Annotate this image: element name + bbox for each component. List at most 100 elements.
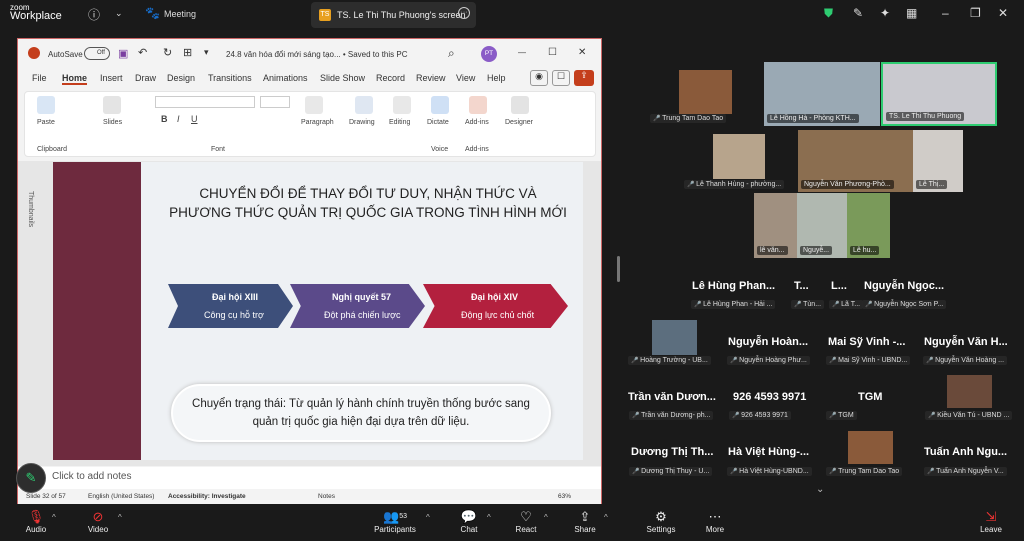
- audio-button[interactable]: 🎙 Audio: [22, 508, 50, 534]
- settings-button[interactable]: ⚙ Settings: [644, 508, 678, 534]
- video-tile[interactable]: [947, 375, 992, 408]
- video-tile[interactable]: [652, 320, 697, 355]
- present-icon[interactable]: ⊞: [183, 46, 192, 59]
- accessibility-label[interactable]: Accessibility: Investigate: [168, 493, 246, 500]
- pen-icon[interactable]: ✎: [853, 6, 863, 20]
- active-speaker-tile[interactable]: TS. Le Thi Thu Phuong: [881, 62, 997, 126]
- tab-view[interactable]: View: [456, 73, 475, 83]
- font-size-select[interactable]: [260, 96, 290, 108]
- close-icon[interactable]: ✕: [998, 6, 1008, 20]
- tab-insert[interactable]: Insert: [100, 73, 123, 83]
- paragraph-icon[interactable]: [305, 96, 323, 114]
- addins-button[interactable]: Add-ins: [465, 119, 489, 126]
- chevron-up-icon[interactable]: ^: [118, 513, 122, 522]
- video-tile[interactable]: Nguyễn Văn Phương-Phò...: [798, 130, 913, 192]
- tab-design[interactable]: Design: [167, 73, 195, 83]
- slides-button[interactable]: Slides: [103, 119, 122, 126]
- share-icon[interactable]: ⇪: [574, 70, 594, 86]
- bold-icon[interactable]: B: [161, 114, 168, 124]
- save-icon[interactable]: ▣: [118, 47, 128, 60]
- drawing-button[interactable]: Drawing: [349, 119, 375, 126]
- autosave-toggle[interactable]: Off: [84, 47, 110, 60]
- document-title[interactable]: 24.8 văn hóa đổi mới sáng tạo... • Saved…: [226, 50, 407, 59]
- restore-icon[interactable]: ❐: [970, 6, 981, 20]
- shield-icon[interactable]: ⛊: [824, 6, 833, 21]
- comment-icon[interactable]: ☐: [552, 70, 570, 86]
- thumbnails-label[interactable]: Thumbnails: [27, 191, 34, 227]
- chevron-down-icon[interactable]: ⌄: [115, 8, 123, 19]
- slide-canvas[interactable]: CHUYỂN ĐỔI ĐỂ THAY ĐỔI TƯ DUY, NHẬN THỨC…: [53, 162, 583, 460]
- leave-button[interactable]: ⇲ Leave: [978, 508, 1004, 534]
- tab-home[interactable]: Home: [62, 73, 88, 85]
- tab-record[interactable]: Record: [376, 73, 405, 83]
- maximize-icon[interactable]: ☐: [548, 47, 557, 58]
- tab-animations[interactable]: Animations: [263, 73, 308, 83]
- zoom-level[interactable]: 63%: [558, 493, 571, 500]
- splitter-handle[interactable]: [617, 256, 620, 282]
- paragraph-button[interactable]: Paragraph: [301, 119, 334, 126]
- tab-file[interactable]: File: [32, 73, 47, 83]
- participant-display-name: Dương Thị Th...: [631, 446, 714, 458]
- undo-icon[interactable]: ↶: [138, 46, 147, 59]
- video-tile[interactable]: Nguyễ...: [797, 193, 847, 258]
- video-tile[interactable]: [848, 431, 893, 464]
- meeting-label[interactable]: Meeting: [164, 9, 196, 19]
- italic-icon[interactable]: I: [177, 114, 180, 124]
- minimize-icon[interactable]: –: [942, 6, 949, 20]
- tab-help[interactable]: Help: [487, 73, 506, 83]
- minimize-icon[interactable]: —: [518, 48, 526, 57]
- layout-icon[interactable]: ▦: [906, 6, 917, 20]
- chat-button[interactable]: 💬 Chat: [456, 508, 482, 534]
- tab-slide-show[interactable]: Slide Show: [320, 73, 365, 83]
- chevron-up-icon[interactable]: ^: [52, 513, 56, 522]
- close-icon[interactable]: ✕: [578, 47, 586, 58]
- video-tile[interactable]: Lê Hồng Hà - Phòng KTH...: [764, 62, 880, 126]
- more-options-icon[interactable]: ···: [458, 7, 470, 19]
- video-button[interactable]: ⊘ Video: [84, 508, 112, 534]
- designer-icon[interactable]: [511, 96, 529, 114]
- drawing-icon[interactable]: [355, 96, 373, 114]
- tab-transitions[interactable]: Transitions: [208, 73, 252, 83]
- video-tile[interactable]: [679, 70, 732, 114]
- tab-review[interactable]: Review: [416, 73, 446, 83]
- react-button[interactable]: ♡ React: [513, 508, 539, 534]
- participant-display-name: T...: [794, 280, 809, 292]
- paste-icon[interactable]: [37, 96, 55, 114]
- paste-button[interactable]: Paste: [37, 119, 55, 126]
- editing-button[interactable]: Editing: [389, 119, 410, 126]
- arrow-dai-hoi-xiii: Đại hội XIII Công cụ hỗ trợ: [168, 284, 293, 328]
- video-tile[interactable]: lê văn...: [754, 193, 797, 258]
- record-icon[interactable]: ◉: [530, 70, 548, 86]
- chevron-up-icon[interactable]: ^: [604, 513, 608, 522]
- search-icon[interactable]: ⌕: [448, 46, 455, 61]
- video-tile[interactable]: [713, 134, 765, 179]
- search-icon[interactable]: [393, 96, 411, 114]
- slides-icon[interactable]: [103, 96, 121, 114]
- addins-icon[interactable]: [469, 96, 487, 114]
- redo-icon[interactable]: ↻: [163, 46, 172, 59]
- microphone-icon[interactable]: [431, 96, 449, 114]
- tab-draw[interactable]: Draw: [135, 73, 156, 83]
- info-icon[interactable]: ⓘ: [88, 6, 100, 23]
- annotate-pen-icon[interactable]: ✎: [16, 463, 46, 493]
- designer-button[interactable]: Designer: [505, 119, 533, 126]
- chevron-down-icon[interactable]: ⌄: [816, 484, 824, 495]
- language-label[interactable]: English (United States): [88, 493, 154, 500]
- notes-button[interactable]: Notes: [318, 493, 335, 500]
- more-button[interactable]: ⋯ More: [702, 508, 728, 534]
- avatar[interactable]: PT: [481, 46, 497, 62]
- dictate-button[interactable]: Dictate: [427, 119, 449, 126]
- video-tile[interactable]: Lê Thị...: [913, 130, 963, 192]
- participants-button[interactable]: 👥53 Participants: [372, 508, 418, 534]
- chevron-up-icon[interactable]: ^: [426, 513, 430, 522]
- chevron-up-icon[interactable]: ^: [487, 513, 491, 522]
- share-tab[interactable]: TS TS. Le Thi Thu Phuong's screen ···: [311, 2, 476, 28]
- chevron-up-icon[interactable]: ^: [544, 513, 548, 522]
- notes-pane[interactable]: Click to add notes: [18, 467, 601, 489]
- video-tile[interactable]: Lê hu...: [847, 193, 890, 258]
- customize-icon[interactable]: ▾: [204, 47, 209, 58]
- underline-icon[interactable]: U: [191, 114, 198, 124]
- sparkle-icon[interactable]: ✦: [880, 6, 890, 20]
- share-button[interactable]: ⇪ Share: [572, 508, 598, 534]
- font-name-select[interactable]: [155, 96, 255, 108]
